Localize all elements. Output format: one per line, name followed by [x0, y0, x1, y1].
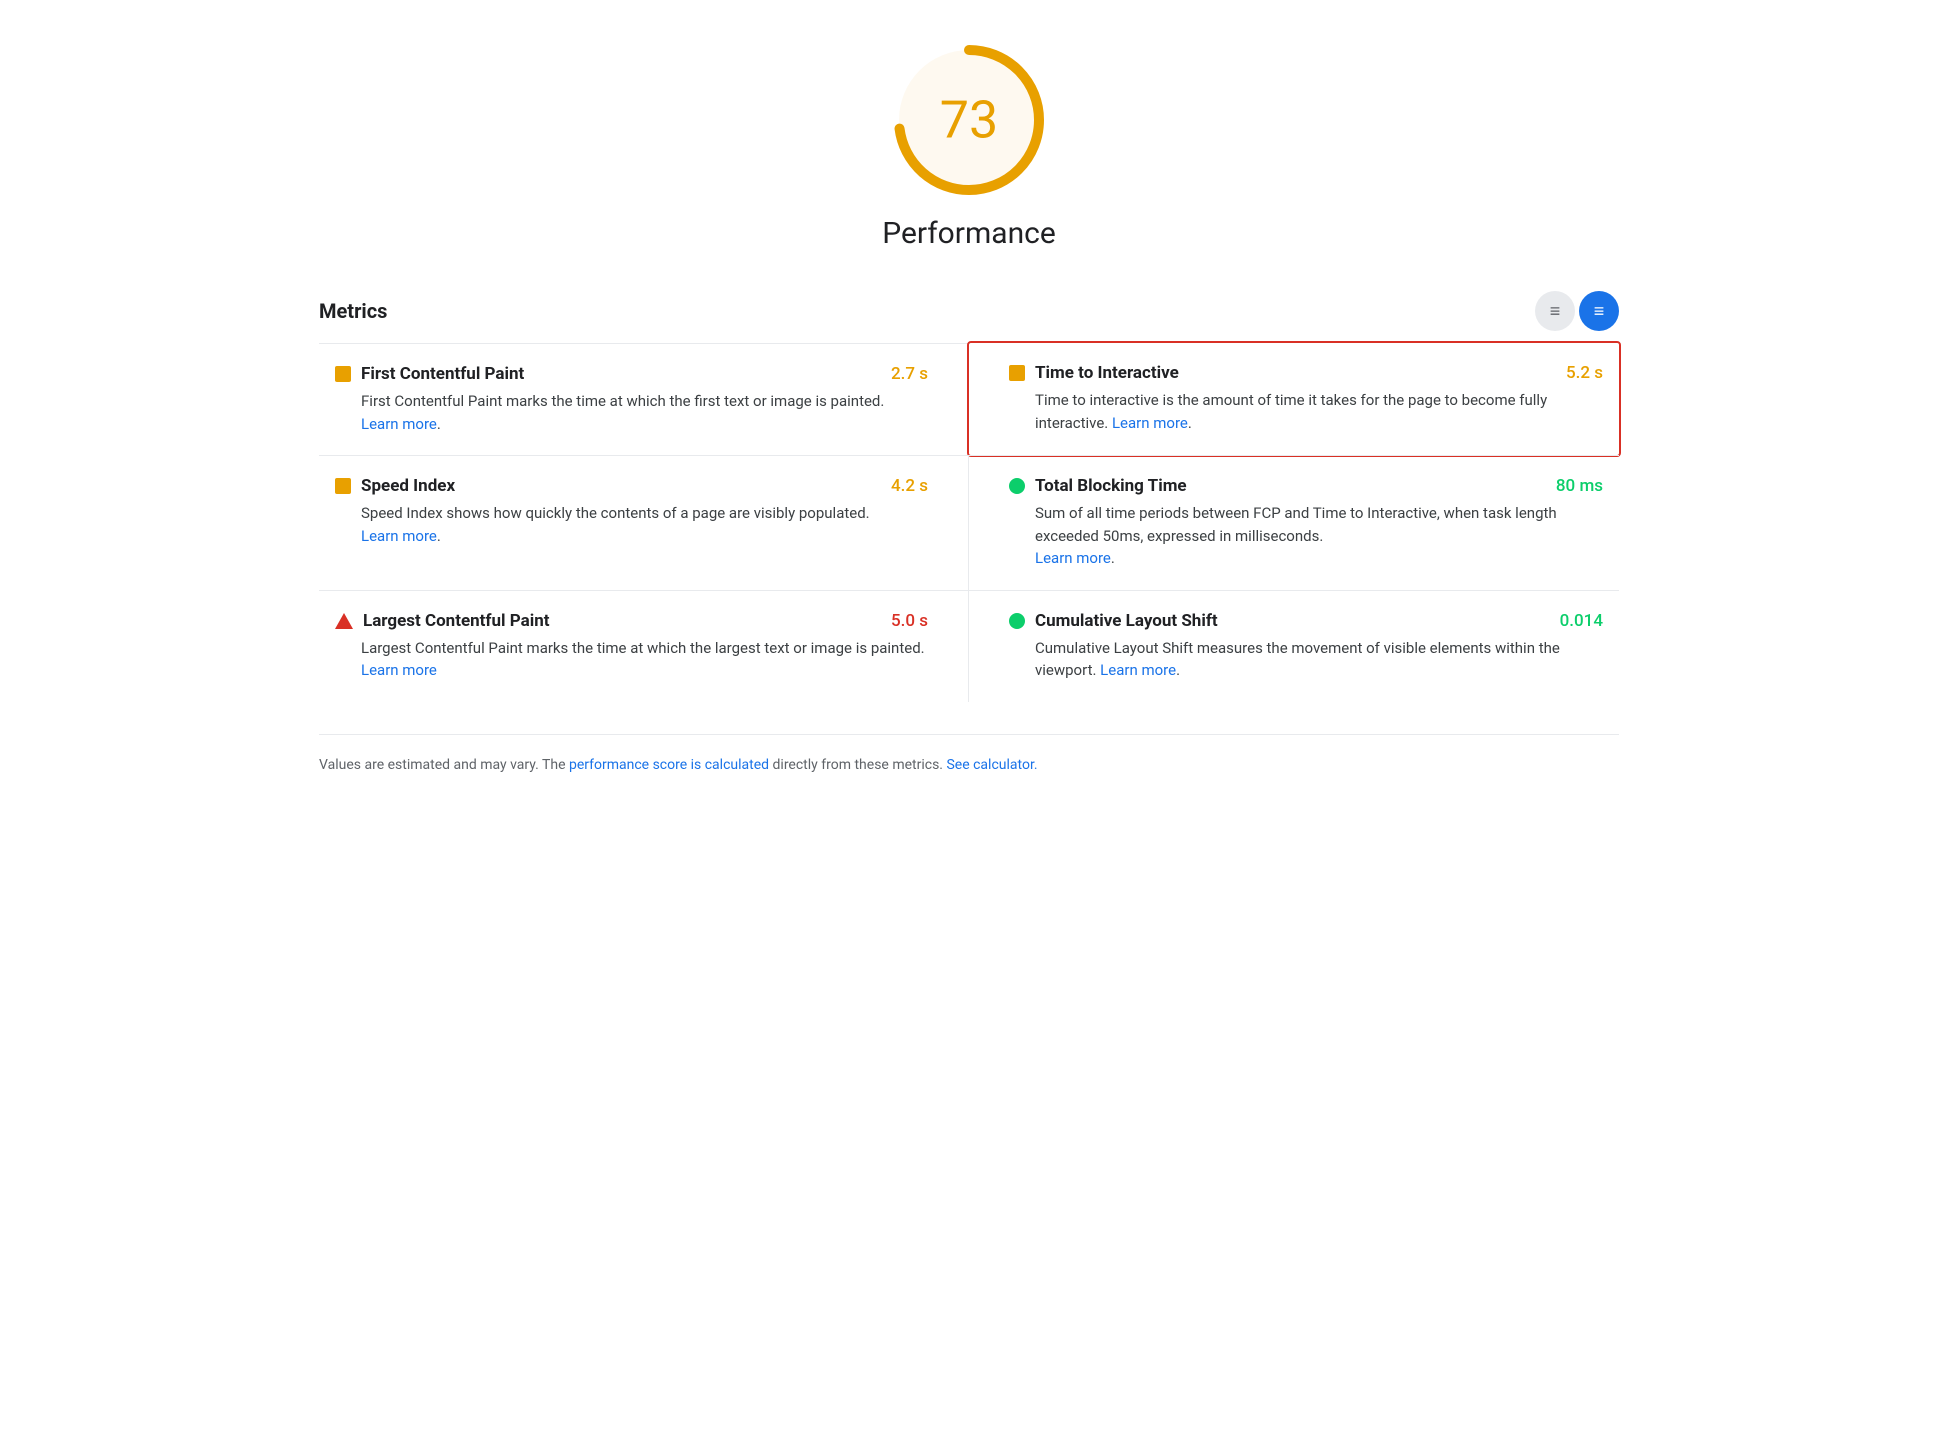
metric-si-name: Speed Index	[361, 476, 455, 496]
metric-tti: Time to Interactive 5.2 s Time to intera…	[967, 341, 1621, 457]
metric-tti-learn-more[interactable]: Learn more	[1112, 414, 1188, 432]
score-label: Performance	[882, 216, 1056, 251]
orange-square-icon	[335, 366, 351, 382]
metric-tti-header: Time to Interactive 5.2 s	[1009, 363, 1603, 383]
metric-tbt-header: Total Blocking Time 80 ms	[1009, 476, 1603, 496]
metric-fcp-name: First Contentful Paint	[361, 364, 524, 384]
metric-cls-name: Cumulative Layout Shift	[1035, 611, 1218, 631]
see-calculator-link[interactable]: See calculator.	[946, 757, 1037, 773]
metric-tbt-desc: Sum of all time periods between FCP and …	[1009, 502, 1603, 570]
view-toggle: ≡ ≡	[1535, 291, 1619, 331]
metric-tbt-name: Total Blocking Time	[1035, 476, 1187, 496]
metric-tbt-name-row: Total Blocking Time	[1009, 476, 1187, 496]
metric-lcp-header: Largest Contentful Paint 5.0 s	[335, 611, 928, 631]
metric-tti-name-row: Time to Interactive	[1009, 363, 1179, 383]
metric-fcp-header: First Contentful Paint 2.7 s	[335, 364, 928, 384]
metric-cls: Cumulative Layout Shift 0.014 Cumulative…	[969, 590, 1619, 702]
metric-fcp-learn-more[interactable]: Learn more	[361, 415, 437, 433]
orange-square-icon-si	[335, 478, 351, 494]
metrics-header: Metrics ≡ ≡	[319, 291, 1619, 331]
metrics-title: Metrics	[319, 299, 387, 323]
detail-icon: ≡	[1594, 301, 1605, 322]
metric-cls-header: Cumulative Layout Shift 0.014	[1009, 611, 1603, 631]
score-circle: 73	[889, 40, 1049, 200]
metric-tti-desc: Time to interactive is the amount of tim…	[1009, 389, 1603, 434]
metric-lcp-name-row: Largest Contentful Paint	[335, 611, 550, 631]
metric-cls-learn-more[interactable]: Learn more	[1100, 661, 1176, 679]
metric-cls-desc: Cumulative Layout Shift measures the mov…	[1009, 637, 1603, 682]
metric-si-learn-more[interactable]: Learn more	[361, 527, 437, 545]
footer-text-between: directly from these metrics.	[769, 757, 946, 773]
green-circle-icon-tbt	[1009, 478, 1025, 494]
list-icon: ≡	[1550, 301, 1561, 322]
metric-cls-name-row: Cumulative Layout Shift	[1009, 611, 1218, 631]
performance-score-link[interactable]: performance score is calculated	[569, 757, 769, 773]
score-value: 73	[940, 90, 998, 151]
metric-tti-value: 5.2 s	[1566, 363, 1603, 383]
metric-lcp-value: 5.0 s	[891, 611, 928, 631]
metric-tbt-learn-more[interactable]: Learn more	[1035, 549, 1111, 567]
orange-square-icon-tti	[1009, 365, 1025, 381]
metric-lcp: Largest Contentful Paint 5.0 s Largest C…	[319, 590, 969, 702]
metric-si: Speed Index 4.2 s Speed Index shows how …	[319, 455, 969, 590]
metric-lcp-name: Largest Contentful Paint	[363, 611, 550, 631]
list-view-button[interactable]: ≡	[1535, 291, 1575, 331]
score-section: 73 Performance	[60, 40, 1878, 251]
metric-si-header: Speed Index 4.2 s	[335, 476, 928, 496]
metrics-section: Metrics ≡ ≡ First Contentful Paint 2.7 s…	[319, 291, 1619, 776]
red-triangle-icon-lcp	[335, 613, 353, 629]
footer-text-before: Values are estimated and may vary. The	[319, 757, 569, 773]
footer-note: Values are estimated and may vary. The p…	[319, 734, 1619, 776]
metric-si-desc: Speed Index shows how quickly the conten…	[335, 502, 928, 547]
metric-si-value: 4.2 s	[891, 476, 928, 496]
metrics-grid: First Contentful Paint 2.7 s First Conte…	[319, 343, 1619, 702]
metric-fcp-name-row: First Contentful Paint	[335, 364, 524, 384]
metric-fcp: First Contentful Paint 2.7 s First Conte…	[319, 343, 969, 455]
metric-fcp-value: 2.7 s	[891, 364, 928, 384]
metric-cls-value: 0.014	[1560, 611, 1603, 631]
metric-tbt-value: 80 ms	[1556, 476, 1603, 496]
metric-tti-name: Time to Interactive	[1035, 363, 1179, 383]
metric-lcp-learn-more[interactable]: Learn more	[361, 661, 437, 679]
green-circle-icon-cls	[1009, 613, 1025, 629]
metric-tbt: Total Blocking Time 80 ms Sum of all tim…	[969, 455, 1619, 590]
metric-fcp-desc: First Contentful Paint marks the time at…	[335, 390, 928, 435]
detail-view-button[interactable]: ≡	[1579, 291, 1619, 331]
metric-si-name-row: Speed Index	[335, 476, 455, 496]
metric-lcp-desc: Largest Contentful Paint marks the time …	[335, 637, 928, 682]
